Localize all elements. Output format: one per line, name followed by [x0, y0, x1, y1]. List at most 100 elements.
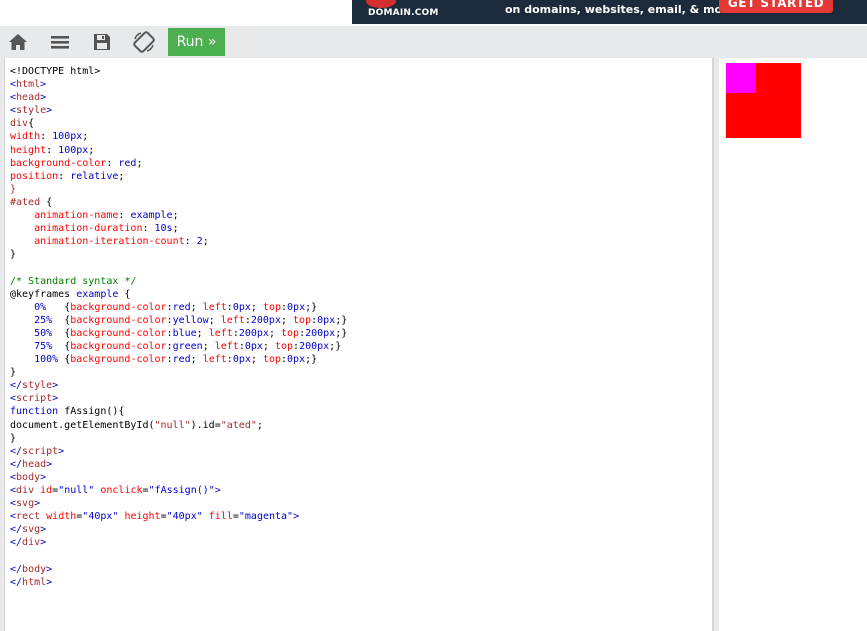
home-icon[interactable]	[7, 31, 29, 53]
code-line: background-color: red;	[10, 157, 712, 170]
code-token: left	[220, 314, 245, 326]
code-token: html	[22, 576, 47, 588]
code-token: 0px	[232, 301, 251, 313]
rotate-icon[interactable]	[133, 31, 155, 53]
code-token: >	[46, 105, 53, 117]
code-token: animation-iteration-count	[34, 236, 185, 248]
code-token: ;	[172, 210, 179, 222]
code-token: ;}	[305, 301, 318, 313]
code-line: 75% {background-color:green; left:0px; t…	[10, 340, 712, 353]
code-token: }	[10, 249, 17, 261]
code-token: </	[10, 524, 23, 536]
code-token: ;	[190, 354, 203, 366]
code-token: fAssign(){	[58, 406, 125, 418]
code-token: {	[52, 340, 71, 352]
code-token: example	[130, 210, 173, 222]
code-token: "null"	[58, 485, 95, 496]
code-token: script	[22, 445, 59, 457]
code-token: 0px	[287, 301, 306, 313]
code-line: </style>	[10, 379, 712, 392]
code-token: ;	[82, 131, 89, 143]
code-token: :	[46, 144, 59, 156]
code-token: >	[40, 92, 47, 104]
code-token: top	[293, 314, 312, 326]
code-token: ;	[136, 157, 143, 169]
code-token: background-color	[70, 301, 167, 313]
code-token: ;	[196, 327, 209, 339]
code-token: relative	[70, 170, 119, 182]
code-token: head	[22, 458, 47, 470]
advertisement-banner[interactable]: DOMAIN.COM on domains, websites, email, …	[352, 0, 867, 24]
code-token: 0px	[287, 354, 306, 366]
code-token: ;	[190, 301, 203, 313]
code-token: example	[76, 288, 119, 300]
code-line: 100% {background-color:red; left:0px; to…	[10, 353, 712, 366]
code-token: "magenta"	[238, 511, 294, 523]
code-line: }	[10, 366, 712, 379]
code-token: </	[10, 537, 23, 549]
code-token: :	[106, 157, 119, 169]
run-button[interactable]: Run »	[168, 28, 225, 56]
code-line: </script>	[10, 445, 712, 458]
code-token: >	[46, 563, 53, 575]
code-token: script	[16, 393, 53, 405]
code-token: width	[46, 511, 77, 523]
code-line: <head>	[10, 91, 712, 104]
code-token: 200px	[299, 340, 330, 352]
code-token: background-color	[70, 327, 167, 339]
code-token: red	[118, 157, 137, 169]
code-line: 0% {background-color:red; left:0px; top:…	[10, 301, 712, 314]
menu-icon[interactable]	[49, 31, 71, 53]
code-token: >	[40, 79, 47, 91]
code-line: #ated {	[10, 196, 712, 209]
domain-logo-icon	[366, 0, 396, 8]
code-line: <script>	[10, 392, 712, 405]
code-token: top	[262, 354, 281, 366]
code-token: body	[16, 471, 41, 483]
red-div-box[interactable]	[726, 63, 801, 138]
code-token: 0%	[34, 301, 47, 313]
code-text[interactable]: <!DOCTYPE html> <html> <head> <style> div{wi…	[5, 58, 712, 589]
get-started-button[interactable]: GET STARTED	[719, 0, 833, 13]
code-token: background-color	[10, 157, 107, 169]
code-line: div{	[10, 117, 712, 130]
code-token: ;	[250, 301, 263, 313]
code-token: onclick	[100, 485, 143, 496]
code-token: ;	[250, 354, 263, 366]
code-token: 200px	[305, 327, 336, 339]
code-line: <html>	[10, 78, 712, 91]
code-line: }	[10, 432, 712, 445]
code-token: background-color	[70, 340, 167, 352]
code-token: head	[16, 92, 41, 104]
code-token: </	[10, 563, 23, 575]
code-token: >	[46, 458, 53, 470]
code-token: ;	[256, 419, 263, 431]
code-token: document.getElementById(	[10, 419, 155, 431]
code-line: </html>	[10, 576, 712, 589]
code-line: <rect width="40px" height="40px" fill="m…	[10, 510, 712, 523]
code-token: 200px	[238, 327, 269, 339]
code-token: @keyframes	[10, 288, 77, 300]
code-editor[interactable]: <!DOCTYPE html> <html> <head> <style> div{wi…	[4, 58, 714, 631]
code-token: >	[40, 471, 47, 483]
code-line: function fAssign(){	[10, 405, 712, 418]
code-token: div	[16, 485, 35, 496]
code-token: :	[40, 131, 53, 143]
code-token: div	[22, 537, 41, 549]
code-token: "40px"	[166, 511, 203, 523]
code-token: left	[202, 354, 227, 366]
code-token: }	[10, 183, 17, 195]
code-token: ;	[202, 340, 215, 352]
code-line: @keyframes example {	[10, 288, 712, 301]
save-icon[interactable]	[91, 31, 113, 53]
result-panel	[719, 58, 867, 631]
code-token: top	[262, 301, 281, 313]
code-token: yellow	[172, 314, 209, 326]
ad-tagline: on domains, websites, email, & more	[505, 3, 736, 16]
code-token: >	[293, 511, 300, 523]
code-line: animation-iteration-count: 2;	[10, 235, 712, 248]
code-line: <div id="null" onclick="fAssign()">	[10, 484, 712, 497]
code-token: width	[10, 131, 41, 143]
code-token: #ated	[10, 196, 41, 208]
